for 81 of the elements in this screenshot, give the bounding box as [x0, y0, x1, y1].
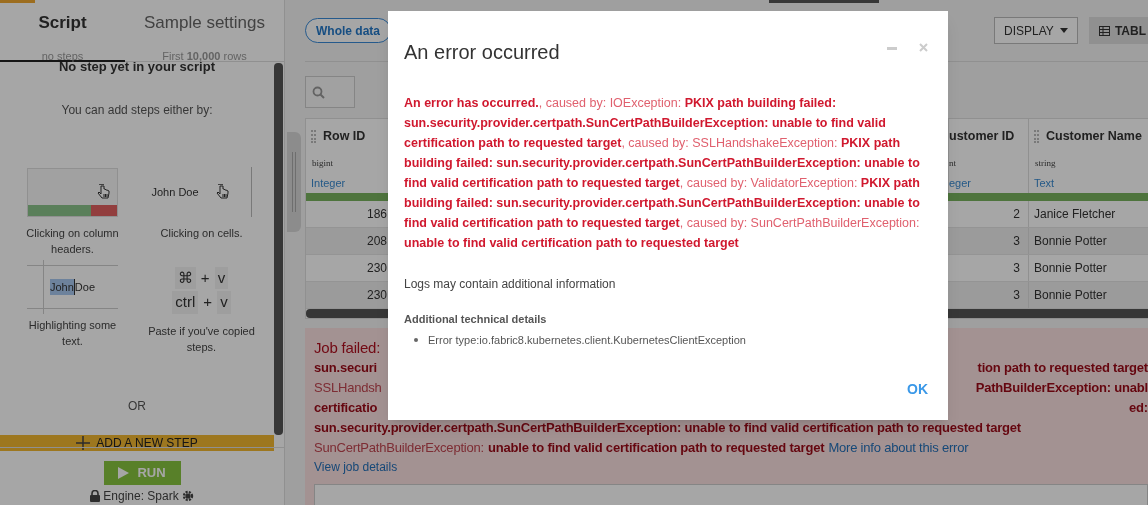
drag-handle-icon[interactable] [311, 129, 316, 143]
method-caption: Clicking on cells. [159, 226, 244, 241]
details-heading: Additional technical details [404, 312, 548, 327]
storage-type: string [1034, 156, 1057, 170]
table-cell-text: 230 [365, 287, 388, 304]
caret-icon [1059, 28, 1068, 33]
engine-label: Engine: Spark [103, 488, 179, 505]
sample-text: Doe [74, 279, 95, 295]
dialog-title: An error occurred [404, 40, 561, 65]
tab-label: Script [38, 12, 87, 34]
table-cell-text: 3 [1012, 260, 1021, 277]
error-text: certificatio [314, 399, 378, 418]
intro-text: You can add steps either by: [61, 102, 213, 119]
table-cell-text: 3 [1012, 233, 1021, 250]
settings-icon[interactable] [181, 490, 194, 502]
error-message: An error has occurred., caused by: IOException: PKIX path building failed: sun.security.provider.certpath.SunCertPathBuilderException: unable to find valid certification path to requested target, caused by: SSLHandshakeException: PKIX path building failed: sun.security.provider.certpath.SunCertPathBuilderException: unable to find valid certification path to requested target, caused by: ValidatorException: PKIX path building failed: sun.security.provider.certpath.SunCertPathBuilderException: unable to find valid certification path to requested target, caused by: SunCertPathBuilderException: unable to find valid certification path to requested target [404, 95, 921, 252]
table-cell-text: 230 [365, 260, 388, 277]
job-failed-title: Job failed: [314, 337, 381, 358]
hand-cursor-icon [214, 184, 231, 200]
error-text: sun.securi [314, 359, 378, 378]
method-caption: Highlighting some text. [27, 318, 118, 349]
meaning-type[interactable]: Text [1034, 175, 1148, 192]
error-text: PathBuilderException: unabl [975, 379, 1148, 398]
error-text: tion path to requested target [977, 359, 1148, 378]
error-text: unable to find valid certification path to requested target [488, 439, 825, 458]
play-icon [118, 467, 130, 479]
method-caption: Paste if you've copied steps. [147, 324, 256, 355]
sample-cell-text: John Doe [151, 184, 199, 200]
column-header[interactable]: ustomer ID [949, 127, 1015, 146]
table-cell: Bonnie Potter [1028, 282, 1148, 308]
plus-sign: + [202, 292, 214, 312]
job-details-link[interactable]: View job details [314, 458, 398, 476]
logs-note: Logs may contain additional information [404, 276, 617, 293]
splitter-handle[interactable] [287, 132, 301, 232]
storage-type: nt [949, 156, 957, 170]
table-icon [1098, 25, 1110, 36]
search-field[interactable] [305, 76, 355, 108]
key-label: v [214, 266, 229, 289]
lock-icon [90, 490, 101, 502]
tab-label: Sample settings [144, 12, 265, 34]
method-caption: Clicking on column headers. [25, 226, 120, 257]
drag-handle-icon[interactable] [1034, 129, 1039, 143]
search-icon [312, 85, 325, 99]
sample-button[interactable]: Whole data [305, 18, 391, 43]
key-label: ⌘ [174, 266, 196, 289]
table-cell: Bonnie Potter [1028, 228, 1148, 254]
table-cell: Janice Fletcher [1028, 201, 1148, 227]
plus-sign: + [199, 267, 211, 288]
tab-sublabel: First 10,000 rows [162, 48, 247, 62]
key-label: v [217, 291, 231, 314]
key-label: ctrl [172, 291, 199, 314]
tab[interactable]: Sample settings First 10,000 rows [125, 0, 284, 61]
meaning-type[interactable]: eger [949, 175, 1028, 192]
error-text: SSLHandsh [314, 379, 382, 398]
meaning-type[interactable]: Integer [311, 175, 388, 192]
tab-indicator [0, 0, 35, 3]
table-cell-text: 2 [1012, 206, 1021, 223]
highlighted-text: John [49, 278, 75, 296]
display-dropdown[interactable]: DISPLAY [994, 17, 1078, 44]
table-view-button[interactable]: TABL [1088, 17, 1148, 44]
column-header[interactable]: Customer Name [1046, 127, 1142, 146]
error-text: ed: [1129, 399, 1148, 418]
detail-item: Error type:io.fabric8.kubernetes.client.KubernetesClientException [428, 332, 746, 348]
table-cell-text: 3 [1012, 287, 1021, 304]
ok-button[interactable]: OK [907, 379, 928, 400]
plus-icon [76, 436, 91, 450]
close-icon[interactable] [919, 43, 928, 52]
table-cell: Bonnie Potter [1028, 255, 1148, 281]
or-text: OR [128, 398, 146, 415]
run-button[interactable]: RUN [103, 461, 181, 485]
bullet-icon [414, 337, 418, 342]
table-cell-text: 208 [365, 233, 388, 250]
column-header[interactable]: Row ID [323, 127, 366, 146]
table-cell-text: 186 [365, 206, 388, 223]
more-info-link[interactable]: More info about this error [828, 438, 969, 458]
empty-script-heading: No step yet in your script [58, 60, 215, 74]
minimize-icon[interactable] [887, 47, 897, 50]
storage-type: bigint [311, 156, 334, 170]
scrollbar[interactable] [274, 63, 283, 435]
error-text: SunCertPathBuilderException: [314, 439, 484, 458]
error-text: sun.security.provider.certpath.SunCertPathBuilderException: unable to find valid certification path to requested target [314, 419, 1021, 438]
